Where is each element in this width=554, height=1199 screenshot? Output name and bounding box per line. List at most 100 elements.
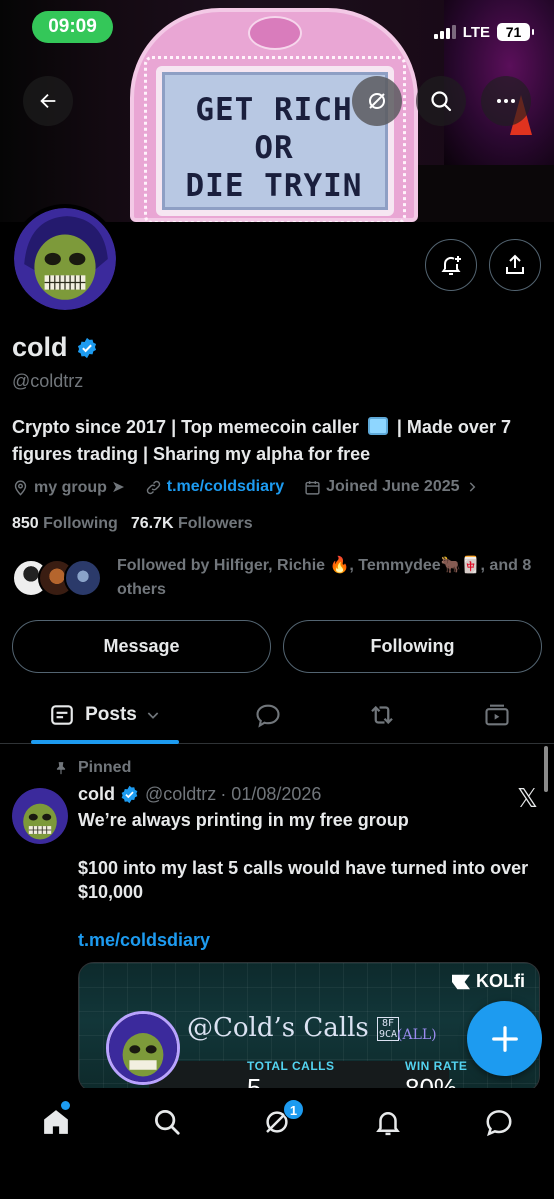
tweet-header: cold @coldtrz · 01/08/2026 — [78, 784, 321, 805]
card-title-text: @Cold’s Calls — [187, 1013, 369, 1043]
website-item[interactable]: t.me/coldsdiary — [145, 478, 284, 496]
tab-reposts[interactable] — [354, 690, 410, 740]
skull-avatar-image — [14, 208, 116, 310]
ice-cube-emoji-icon — [367, 417, 388, 435]
messages-icon — [486, 1110, 512, 1137]
sign-line-2: OR — [254, 130, 294, 166]
share-profile-button[interactable] — [489, 239, 541, 291]
following-count: 850 — [12, 515, 39, 532]
win-rate-label: WIN RATE — [405, 1059, 468, 1073]
kolfi-brand-text: KOLfi — [476, 971, 525, 991]
banner-shelf — [414, 165, 554, 222]
location-item: my group ➤ — [12, 477, 125, 497]
profile-name: cold — [12, 332, 68, 362]
joined-text: Joined June 2025 — [326, 478, 460, 495]
tab-media[interactable] — [469, 690, 525, 740]
tweet-link[interactable]: t.me/coldsdiary — [78, 928, 210, 952]
network-label: LTE — [462, 23, 490, 41]
battery-icon: 71 — [497, 23, 534, 41]
tab-posts[interactable]: Posts — [31, 690, 179, 740]
profile-avatar[interactable] — [10, 204, 120, 314]
following-count-label: Following — [43, 515, 118, 532]
kolfi-logo: KOLfi — [450, 971, 525, 992]
skull-avatar-image — [109, 1014, 177, 1082]
pinned-label: Pinned — [54, 759, 131, 777]
profile-meta: my group ➤ t.me/coldsdiary Joined June 2… — [12, 477, 499, 497]
verified-badge-icon — [121, 785, 138, 804]
more-button[interactable] — [481, 76, 531, 126]
followers-count-link[interactable]: 76.7K Followers — [131, 515, 253, 533]
follower-avatar-3 — [64, 559, 102, 597]
chevron-right-icon — [469, 482, 475, 492]
back-arrow-icon — [40, 93, 56, 109]
signal-icon — [433, 25, 456, 39]
messages-badge: 1 — [283, 1099, 304, 1120]
repost-icon — [371, 705, 393, 725]
status-indicators: LTE 71 — [433, 21, 534, 43]
followed-by-text[interactable]: Followed by Hilfiger, Richie 🔥, Temmydee… — [117, 554, 542, 602]
reply-icon — [256, 704, 280, 728]
card-title: @Cold’s Calls 8F 9CA — [187, 1013, 400, 1043]
nav-home[interactable] — [28, 1102, 84, 1142]
message-button[interactable]: Message — [12, 620, 271, 673]
nav-search[interactable] — [139, 1102, 195, 1142]
nav-messages[interactable] — [471, 1102, 527, 1142]
total-calls-label: TOTAL CALLS — [247, 1059, 335, 1073]
profile-tabs: Posts — [0, 690, 554, 744]
profile-handle: @coldtrz — [12, 371, 84, 391]
link-icon — [146, 480, 160, 494]
sign-line-3: DIE TRYIN — [185, 168, 363, 204]
tweet-author-name[interactable]: cold — [78, 784, 115, 805]
home-icon — [44, 1110, 68, 1134]
followers-count: 76.7K — [130, 515, 174, 532]
location-text: my group ➤ — [34, 479, 125, 496]
verified-badge-icon[interactable] — [76, 337, 98, 359]
posts-icon — [51, 705, 73, 725]
grok-icon — [369, 93, 385, 109]
calendar-icon — [305, 480, 320, 495]
following-button[interactable]: Following — [283, 620, 542, 673]
compose-post-button[interactable] — [467, 1001, 542, 1076]
tweet-line-1: We’re always printing in my free group — [78, 810, 409, 830]
pinned-text: Pinned — [78, 759, 132, 776]
search-button[interactable] — [416, 76, 466, 126]
profile-bio: Crypto since 2017 | Top memecoin caller … — [12, 414, 547, 468]
search-icon — [155, 1110, 180, 1135]
home-unread-dot — [61, 1101, 70, 1110]
share-icon — [506, 254, 524, 274]
bell-plus-icon — [441, 256, 461, 275]
tweet-line-2: $100 into my last 5 calls would have tur… — [78, 858, 529, 902]
tweet-author-handle[interactable]: @coldtrz — [145, 784, 216, 805]
active-tab-indicator — [31, 740, 179, 744]
notify-button[interactable] — [425, 239, 477, 291]
grok-button[interactable] — [352, 76, 402, 126]
chevron-down-icon — [147, 712, 159, 719]
card-avatar — [106, 1011, 180, 1085]
back-button[interactable] — [23, 76, 73, 126]
more-icon — [497, 99, 515, 103]
followed-by-avatars[interactable] — [12, 559, 104, 599]
bottom-navigation: 1 — [0, 1088, 554, 1199]
tweet-author-avatar[interactable] — [12, 788, 68, 844]
search-icon — [431, 91, 452, 112]
tweet-date[interactable]: · 01/08/2026 — [220, 784, 321, 805]
pin-icon — [56, 762, 66, 775]
plus-icon — [491, 1025, 518, 1052]
joined-item[interactable]: Joined June 2025 — [304, 478, 478, 496]
scrollbar[interactable] — [544, 746, 548, 792]
media-icon — [485, 704, 509, 726]
following-count-link[interactable]: 850 Following — [12, 515, 118, 533]
marquee-crest — [248, 16, 302, 50]
followers-count-label: Followers — [177, 515, 253, 532]
tab-replies[interactable] — [240, 690, 296, 740]
card-scope: (ALL) — [397, 1027, 437, 1043]
tab-posts-label: Posts — [85, 704, 137, 725]
kolfi-logo-icon — [452, 974, 470, 989]
location-icon — [14, 479, 27, 496]
card-title-badge: 8F 9CA — [377, 1017, 400, 1041]
status-time: 09:09 — [32, 11, 113, 43]
bio-text-start: Crypto since 2017 | Top memecoin caller — [12, 417, 359, 437]
nav-notifications[interactable] — [360, 1102, 416, 1142]
website-link[interactable]: t.me/coldsdiary — [167, 478, 284, 496]
skull-avatar-image — [12, 788, 68, 844]
